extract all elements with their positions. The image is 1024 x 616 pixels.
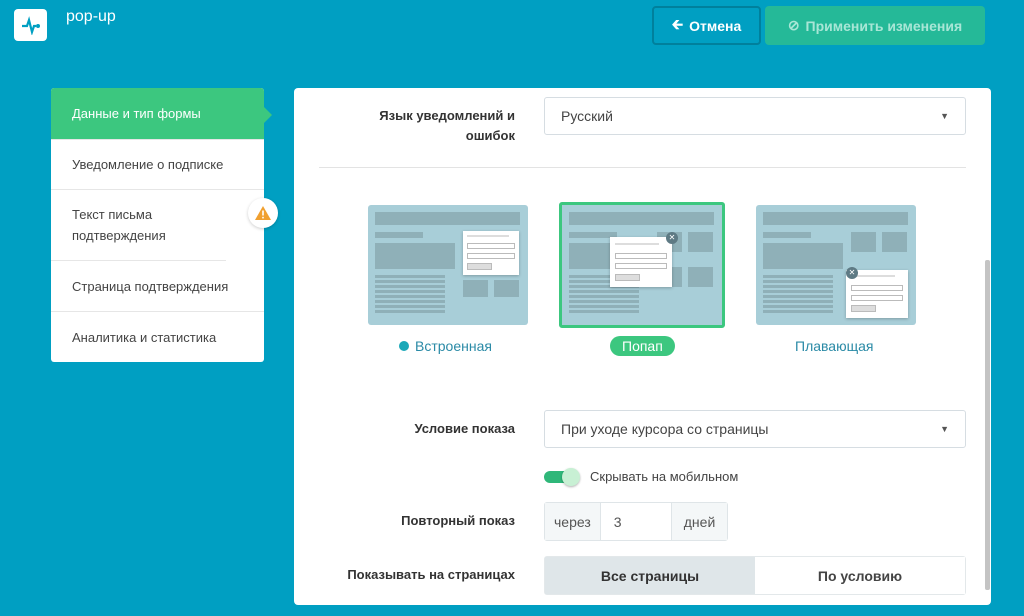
- apply-label: Применить изменения: [805, 17, 963, 34]
- sidebar: Данные и тип формы Уведомление о подписк…: [51, 88, 272, 362]
- repeat-label: Повторный показ: [401, 513, 515, 528]
- warning-icon: [248, 198, 278, 228]
- condition-select[interactable]: При уходе курсора со страницы ▼: [544, 410, 966, 448]
- type-embedded-thumbnail[interactable]: [368, 205, 528, 325]
- scrollbar[interactable]: [985, 260, 990, 590]
- settings-panel: Язык уведомлений и ошибок Русский ▼ ✕ ✕ В…: [294, 88, 991, 605]
- sidebar-item-analytics[interactable]: Аналитика и статистика: [51, 312, 264, 362]
- type-popup-option[interactable]: Попап: [610, 336, 675, 356]
- repeat-input-group: через 3 дней: [544, 502, 729, 541]
- language-select[interactable]: Русский ▼: [544, 97, 966, 135]
- sidebar-item-label: Аналитика и статистика: [72, 329, 217, 345]
- app-title: pop-up: [66, 8, 116, 25]
- pages-all-button[interactable]: Все страницы: [545, 557, 755, 594]
- sidebar-item-form-data[interactable]: Данные и тип формы: [51, 88, 272, 140]
- type-label: Плавающая: [795, 338, 874, 354]
- type-floating-option[interactable]: Плавающая: [795, 338, 873, 354]
- condition-value: При уходе курсора со страницы: [561, 421, 769, 437]
- cancel-button[interactable]: 🡰 Отмена: [652, 6, 761, 45]
- condition-label: Условие показа: [414, 421, 515, 436]
- language-label: Язык уведомлений и ошибок: [379, 108, 515, 143]
- type-floating-thumbnail[interactable]: ✕: [756, 205, 916, 325]
- type-label: Встроенная: [415, 338, 492, 354]
- cancel-label: Отмена: [689, 17, 742, 34]
- hide-mobile-toggle[interactable]: [544, 468, 580, 486]
- type-embedded-option[interactable]: Встроенная: [399, 338, 492, 354]
- divider: [319, 167, 966, 168]
- type-popup-thumbnail[interactable]: ✕: [559, 202, 725, 328]
- sidebar-item-subscription-notice[interactable]: Уведомление о подписке: [51, 140, 264, 190]
- repeat-suffix: дней: [670, 503, 728, 540]
- pages-segmented-control: Все страницы По условию: [544, 556, 966, 595]
- repeat-prefix: через: [545, 503, 601, 540]
- check-circle-icon: ⊘: [787, 17, 800, 33]
- hide-mobile-label: Скрывать на мобильном: [590, 469, 739, 484]
- type-label: Попап: [610, 336, 675, 356]
- sidebar-item-confirmation-email[interactable]: Текст письма подтверждения: [51, 190, 226, 261]
- sidebar-item-label: Данные и тип формы: [72, 106, 201, 121]
- sidebar-item-confirmation-page[interactable]: Страница подтверждения: [51, 261, 264, 312]
- app-logo[interactable]: [14, 9, 47, 41]
- sidebar-item-label: Страница подтверждения: [72, 278, 229, 294]
- sidebar-item-label: Текст письма подтверждения: [72, 207, 166, 243]
- close-icon: ✕: [666, 232, 678, 244]
- pages-conditional-button[interactable]: По условию: [755, 557, 965, 594]
- radio-dot-icon: [399, 341, 409, 351]
- pulse-icon: [21, 16, 40, 35]
- pages-label: Показывать на страницах: [347, 567, 515, 582]
- repeat-days-input[interactable]: 3: [601, 503, 671, 540]
- arrow-left-icon: 🡰: [671, 15, 684, 32]
- close-icon: ✕: [846, 267, 858, 279]
- language-value: Русский: [561, 108, 613, 124]
- caret-down-icon: ▼: [940, 111, 949, 121]
- sidebar-item-label: Уведомление о подписке: [72, 157, 224, 172]
- apply-button[interactable]: ⊘ Применить изменения: [765, 6, 985, 45]
- caret-down-icon: ▼: [940, 424, 949, 434]
